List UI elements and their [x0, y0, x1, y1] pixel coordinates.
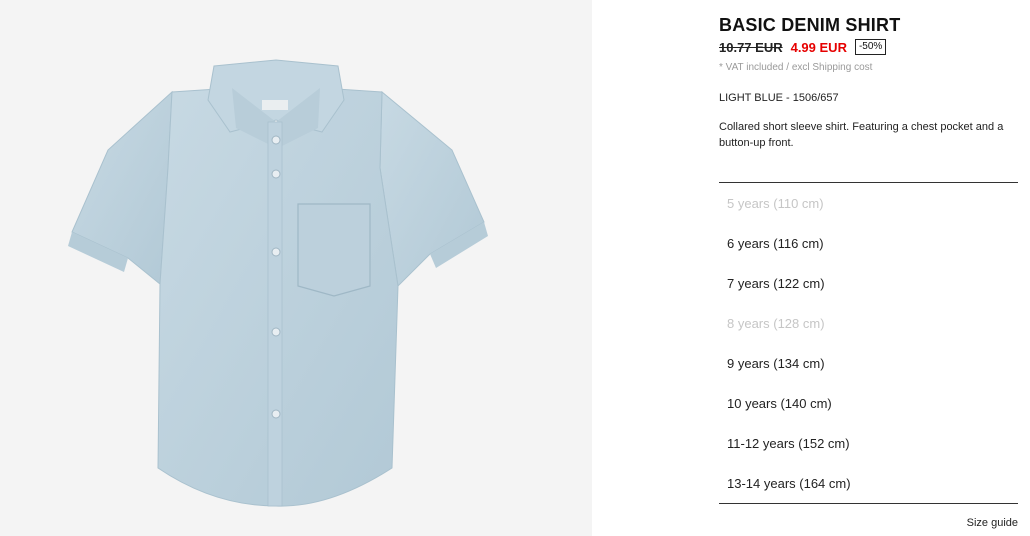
size-option[interactable]: 10 years (140 cm)	[719, 383, 1018, 423]
product-image[interactable]	[0, 0, 592, 536]
product-description: Collared short sleeve shirt. Featuring a…	[719, 121, 1004, 149]
color-reference: LIGHT BLUE - 1506/657	[719, 92, 839, 104]
size-guide-link[interactable]: Size guide	[967, 517, 1018, 529]
product-info-panel: BASIC DENIM SHIRT 10.77 EUR 4.99 EUR -50…	[719, 0, 1018, 536]
size-option: 5 years (110 cm)	[727, 195, 824, 211]
discount-badge: -50%	[854, 39, 887, 55]
size-option[interactable]: 6 years (116 cm)	[719, 223, 1018, 263]
size-option[interactable]: 7 years (122 cm)	[719, 263, 1018, 303]
size-option[interactable]: 13-14 years (164 cm)	[719, 463, 1018, 503]
price-row: 10.77 EUR 4.99 EUR -50%	[719, 39, 887, 55]
size-option: 8 years (128 cm)	[727, 315, 825, 331]
denim-shirt-illustration	[68, 59, 488, 507]
size-selector: 5 years (110 cm) 6 years (116 cm) 7 years …	[719, 182, 1018, 504]
product-page: BASIC DENIM SHIRT 10.77 EUR 4.99 EUR -50…	[0, 0, 1030, 536]
size-option[interactable]: 11-12 years (152 cm)	[719, 423, 1018, 463]
size-option[interactable]: 9 years (134 cm)	[719, 343, 1018, 383]
vat-note: * VAT included / excl Shipping cost	[719, 62, 873, 73]
sale-price: 4.99 EUR	[790, 39, 847, 55]
product-title: BASIC DENIM SHIRT	[719, 15, 901, 35]
original-price: 10.77 EUR	[719, 39, 783, 55]
